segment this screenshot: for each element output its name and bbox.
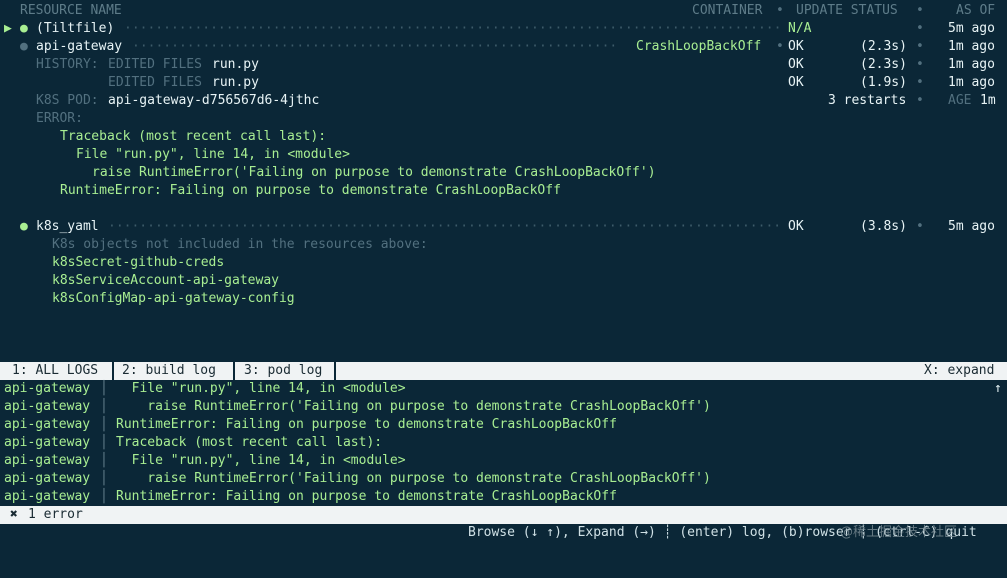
log-text: File "run.py", line 14, in <module>	[116, 453, 406, 468]
log-source: api-gateway	[4, 417, 91, 432]
tab-pod-log[interactable]: 3: pod log	[244, 362, 322, 380]
log-line: api-gateway │ File "run.py", line 14, in…	[4, 380, 1002, 398]
error-label-row: ERROR:	[0, 110, 1007, 128]
header-as-of: AS OF	[956, 3, 996, 18]
error-count: 1 error	[28, 507, 83, 522]
status-dot-icon: ●	[20, 219, 28, 234]
resource-row-api-gateway[interactable]: ● api-gateway ··························…	[0, 38, 1007, 56]
resource-name: api-gateway	[36, 39, 123, 54]
build-duration: (3.8s)	[860, 219, 907, 234]
build-duration: (2.3s)	[860, 39, 907, 54]
pod-name: api-gateway-d756567d6-4jthc	[108, 93, 320, 108]
update-status: OK	[788, 39, 804, 54]
expand-button[interactable]: X: expand	[924, 362, 994, 380]
log-text: File "run.py", line 14, in <module>	[116, 381, 406, 396]
selected-marker-icon: ▶	[4, 21, 12, 36]
as-of: 1m ago	[948, 39, 995, 54]
as-of: 5m ago	[948, 21, 995, 36]
history-file: run.py	[212, 75, 259, 90]
log-line: api-gateway │ RuntimeError: Failing on p…	[4, 417, 617, 432]
log-source: api-gateway	[4, 453, 91, 468]
log-text: RuntimeError: Failing on purpose to demo…	[116, 489, 617, 504]
log-text: Traceback (most recent call last):	[116, 435, 383, 450]
scroll-up-arrow-icon[interactable]: ↑	[994, 380, 1002, 398]
error-count-bar: ✖ 1 error	[0, 506, 1007, 524]
keybinding-footer: Browse (↓ ↑), Expand (→) ┊ (enter) log, …	[0, 524, 1007, 542]
error-line: raise RuntimeError('Failing on purpose t…	[92, 165, 656, 180]
error-line: Traceback (most recent call last):	[60, 129, 327, 144]
k8s-object-item: k8sServiceAccount-api-gateway	[52, 273, 279, 288]
restart-count: 3 restarts	[828, 93, 907, 108]
update-status: N/A	[788, 21, 812, 36]
status-dot-icon: ●	[20, 39, 28, 54]
log-line: api-gateway │ raise RuntimeError('Failin…	[4, 471, 711, 486]
error-line: RuntimeError: Failing on purpose to demo…	[60, 183, 561, 198]
age-value: 1m	[980, 93, 996, 108]
resource-header: RESOURCE NAME CONTAINER • UPDATE STATUS …	[20, 3, 996, 18]
history-row: HISTORY: EDITED FILES run.py OK (2.3s) •…	[36, 57, 995, 72]
k8s-objects-note: K8s objects not included in the resource…	[52, 237, 428, 252]
history-file: run.py	[212, 57, 259, 72]
log-source: api-gateway	[4, 435, 91, 450]
tab-all-logs[interactable]: 1: ALL LOGS	[12, 362, 98, 380]
k8s-object-item: k8sSecret-github-creds	[52, 255, 225, 270]
k8s-pod-row: K8S POD: api-gateway-d756567d6-4jthc 3 r…	[36, 93, 996, 108]
history-row: EDITED FILES run.py OK (1.9s) • 1m ago	[108, 75, 995, 90]
resource-row-tiltfile[interactable]: ▶ ● (Tiltfile) ·························…	[0, 20, 1007, 38]
history-label: HISTORY:	[36, 57, 99, 72]
log-line: api-gateway │ Traceback (most recent cal…	[4, 435, 383, 450]
header-container: CONTAINER	[692, 3, 763, 18]
log-source: api-gateway	[4, 489, 91, 504]
error-label: ERROR:	[36, 111, 83, 126]
resource-name: k8s_yaml	[36, 219, 99, 234]
header-resource-name: RESOURCE NAME	[20, 3, 122, 18]
resource-name: (Tiltfile)	[36, 21, 115, 36]
watermark: @稀土掘金技术社区	[840, 525, 958, 540]
log-tab-bar: 1: ALL LOGS 2: build log 3: pod log X: e…	[0, 362, 1007, 380]
error-x-icon: ✖	[10, 507, 18, 522]
update-status: OK	[788, 219, 804, 234]
log-text: RuntimeError: Failing on purpose to demo…	[116, 417, 617, 432]
log-line: api-gateway │ File "run.py", line 14, in…	[4, 453, 406, 468]
log-line: api-gateway │ RuntimeError: Failing on p…	[4, 489, 617, 504]
container-status: CrashLoopBackOff	[636, 39, 762, 54]
k8s-object-item: k8sConfigMap-api-gateway-config	[52, 291, 295, 306]
error-line: File "run.py", line 14, in <module>	[76, 147, 350, 162]
log-text: raise RuntimeError('Failing on purpose t…	[116, 399, 711, 414]
log-source: api-gateway	[4, 471, 91, 486]
age-label: AGE	[948, 93, 972, 108]
resource-row-k8s-yaml[interactable]: ● k8s_yaml ·····························…	[0, 218, 1007, 236]
tab-build-log[interactable]: 2: build log	[122, 362, 216, 380]
log-line: api-gateway │ raise RuntimeError('Failin…	[4, 399, 711, 414]
log-text: raise RuntimeError('Failing on purpose t…	[116, 471, 711, 486]
log-source: api-gateway	[4, 399, 91, 414]
as-of: 5m ago	[948, 219, 995, 234]
pod-label: K8S POD:	[36, 93, 99, 108]
status-dot-icon: ●	[20, 21, 28, 36]
log-source: api-gateway	[4, 381, 91, 396]
header-update-status: UPDATE STATUS	[796, 3, 898, 18]
